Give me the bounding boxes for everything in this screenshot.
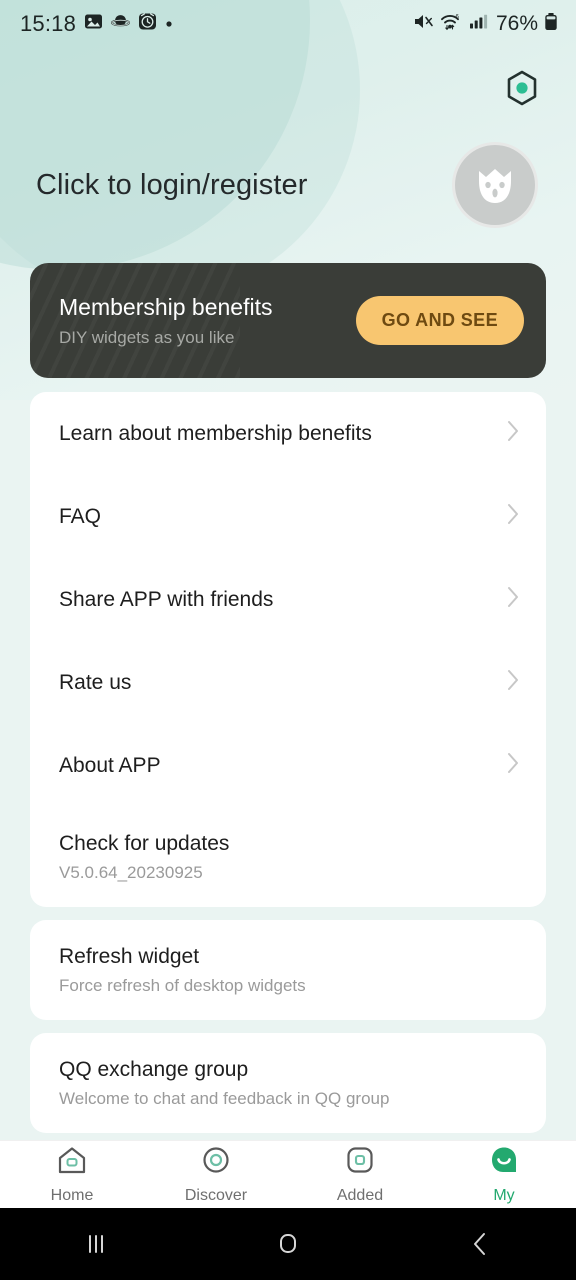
list-item-label: FAQ — [59, 504, 102, 528]
login-row[interactable]: Click to login/register — [0, 140, 576, 230]
tab-added[interactable]: Added — [288, 1145, 432, 1205]
login-register-label[interactable]: Click to login/register — [36, 169, 307, 202]
list-item-check-updates[interactable]: Check for updates V5.0.64_20230925 — [30, 807, 546, 907]
settings-card-primary: Learn about membership benefits FAQ Shar… — [30, 392, 546, 907]
list-item-sublabel: Force refresh of desktop widgets — [59, 975, 306, 995]
wifi-icon: 6 — [440, 12, 463, 36]
go-and-see-button[interactable]: GO AND SEE — [355, 296, 524, 345]
list-item-label: Rate us — [59, 670, 132, 694]
discover-icon — [199, 1145, 233, 1180]
tab-my[interactable]: My — [432, 1145, 576, 1205]
list-item-share-app[interactable]: Share APP with friends — [30, 558, 546, 641]
battery-icon — [544, 12, 558, 37]
app-version-label: V5.0.64_20230925 — [59, 862, 203, 882]
chevron-right-icon — [507, 420, 520, 447]
avatar[interactable] — [452, 142, 538, 228]
list-item-label: QQ exchange group — [59, 1057, 249, 1081]
chevron-right-icon — [507, 752, 520, 779]
banner-text-block: Membership benefits DIY widgets as you l… — [59, 294, 273, 348]
list-item-label: Learn about membership benefits — [59, 421, 372, 445]
alarm-clock-icon — [138, 12, 157, 36]
chevron-right-icon — [507, 669, 520, 696]
list-item-rate-us[interactable]: Rate us — [30, 641, 546, 724]
banner-title: Membership benefits — [59, 293, 273, 320]
list-item-learn-benefits[interactable]: Learn about membership benefits — [30, 392, 546, 475]
image-icon — [84, 12, 103, 36]
status-bar: 15:18 6 76% — [0, 0, 576, 48]
my-profile-icon — [487, 1145, 521, 1180]
tab-discover[interactable]: Discover — [144, 1145, 288, 1205]
list-item-refresh-widget[interactable]: Refresh widget Force refresh of desktop … — [30, 920, 546, 1020]
tab-home[interactable]: Home — [0, 1145, 144, 1205]
tab-label-added: Added — [336, 1186, 384, 1204]
mute-icon — [413, 12, 434, 36]
list-item-label: Check for updates — [59, 831, 230, 855]
battery-percent-label: 76% — [495, 12, 538, 35]
list-item-label: Refresh widget — [59, 944, 200, 968]
back-icon[interactable] — [384, 1229, 576, 1259]
tab-label-home: Home — [50, 1186, 94, 1204]
status-bar-left: 15:18 — [20, 11, 173, 37]
banner-subtitle: DIY widgets as you like — [59, 327, 235, 347]
list-item-sublabel: Welcome to chat and feedback in QQ group — [59, 1088, 390, 1108]
home-icon — [55, 1145, 89, 1180]
status-bar-right: 6 76% — [413, 12, 558, 37]
planet-icon — [111, 12, 131, 36]
recents-icon[interactable] — [0, 1231, 192, 1257]
bottom-tab-bar: Home Discover Added My — [0, 1140, 576, 1208]
tab-label-my: My — [493, 1186, 515, 1204]
list-item-faq[interactable]: FAQ — [30, 475, 546, 558]
cellular-signal-icon — [469, 12, 488, 36]
list-item-qq-exchange-group[interactable]: QQ exchange group Welcome to chat and fe… — [30, 1033, 546, 1133]
list-item-label: About APP — [59, 753, 161, 777]
membership-banner[interactable]: Membership benefits DIY widgets as you l… — [30, 263, 546, 378]
phone-screen: 15:18 6 76% Click to login/register Memb… — [0, 0, 576, 1280]
home-button-icon[interactable] — [192, 1229, 384, 1259]
added-icon — [343, 1145, 377, 1180]
settings-card-refresh: Refresh widget Force refresh of desktop … — [30, 920, 546, 1020]
tab-label-discover: Discover — [184, 1186, 248, 1204]
dot-icon — [165, 15, 173, 33]
settings-card-qq-group: QQ exchange group Welcome to chat and fe… — [30, 1033, 546, 1133]
svg-text:6: 6 — [455, 15, 459, 21]
settings-list: Learn about membership benefits FAQ Shar… — [0, 392, 576, 1140]
android-navigation-bar — [0, 1208, 576, 1280]
chevron-right-icon — [507, 503, 520, 530]
chevron-right-icon — [507, 586, 520, 613]
hexagon-settings-icon[interactable] — [502, 68, 542, 108]
list-item-about-app[interactable]: About APP — [30, 724, 546, 807]
cat-avatar-icon — [479, 169, 511, 203]
status-bar-clock: 15:18 — [20, 11, 77, 36]
list-item-label: Share APP with friends — [59, 587, 274, 611]
